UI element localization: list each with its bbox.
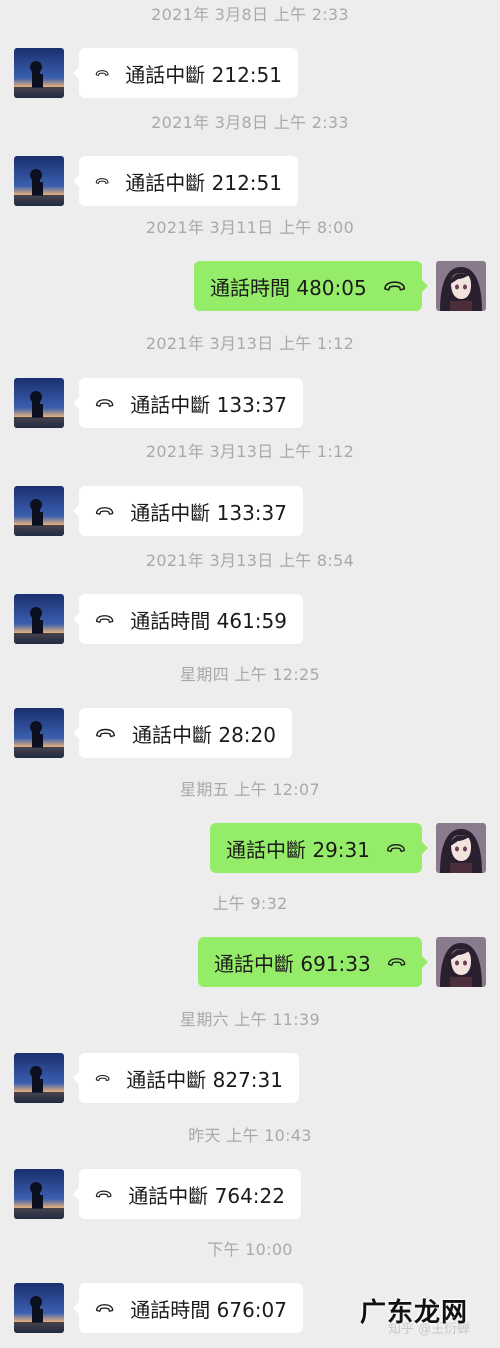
phone-hangup-icon xyxy=(387,958,406,966)
call-status-text: 通話中斷 212:51 xyxy=(125,170,282,195)
message-timestamp: 2021年 3月13日 上午 1:12 xyxy=(145,442,355,461)
phone-hangup-icon xyxy=(95,399,114,407)
self-avatar[interactable] xyxy=(436,261,486,311)
call-record-bubble[interactable]: 通話中斷 133:37 xyxy=(73,378,303,428)
call-record-bubble[interactable]: 通話時間 480:05 xyxy=(194,261,428,311)
call-record-bubble[interactable]: 通話中斷 133:37 xyxy=(73,486,303,536)
contact-avatar[interactable] xyxy=(14,1283,64,1333)
contact-avatar[interactable] xyxy=(14,378,64,428)
call-record-bubble[interactable]: 通話中斷 212:51 xyxy=(73,156,298,206)
call-status-text: 通話中斷 212:51 xyxy=(125,62,282,87)
contact-avatar[interactable] xyxy=(14,1169,64,1219)
phone-hangup-icon xyxy=(383,281,405,291)
contact-avatar[interactable] xyxy=(14,156,64,206)
phone-hangup-icon xyxy=(95,1074,110,1082)
contact-avatar[interactable] xyxy=(14,1053,64,1103)
message-timestamp: 2021年 3月11日 上午 8:00 xyxy=(145,218,355,237)
message-timestamp: 2021年 3月13日 上午 8:54 xyxy=(145,551,355,570)
call-record-bubble[interactable]: 通話時間 461:59 xyxy=(73,594,303,644)
call-record-bubble[interactable]: 通話中斷 28:20 xyxy=(73,708,292,758)
call-record-bubble[interactable]: 通話中斷 827:31 xyxy=(73,1053,299,1103)
call-status-text: 通話中斷 827:31 xyxy=(126,1067,283,1092)
phone-hangup-icon xyxy=(95,178,109,184)
phone-hangup-icon xyxy=(387,844,405,852)
phone-hangup-icon xyxy=(95,1304,114,1312)
message-timestamp: 昨天 上午 10:43 xyxy=(188,1126,312,1145)
call-record-bubble[interactable]: 通話中斷 29:31 xyxy=(210,823,428,873)
chat-history[interactable]: 2021年 3月8日 上午 2:33 通話中斷 212:51 2021年 3月8… xyxy=(0,0,500,1348)
message-timestamp: 2021年 3月13日 上午 1:12 xyxy=(145,334,355,353)
call-status-text: 通話中斷 764:22 xyxy=(128,1183,285,1208)
self-avatar[interactable] xyxy=(436,823,486,873)
call-status-text: 通話中斷 691:33 xyxy=(214,951,371,976)
message-timestamp: 星期五 上午 12:07 xyxy=(180,780,320,799)
call-status-text: 通話時間 480:05 xyxy=(210,275,367,300)
message-timestamp: 2021年 3月8日 上午 2:33 xyxy=(151,113,349,132)
contact-avatar[interactable] xyxy=(14,486,64,536)
message-timestamp: 2021年 3月8日 上午 2:33 xyxy=(151,5,349,24)
phone-hangup-icon xyxy=(96,728,115,738)
call-status-text: 通話中斷 28:20 xyxy=(132,722,276,747)
phone-hangup-icon xyxy=(95,1190,112,1198)
watermark-main-text: 广东龙网 xyxy=(360,1298,469,1328)
phone-hangup-icon xyxy=(95,507,114,515)
site-watermark: 知乎 @王衍蝉 广东龙网 xyxy=(360,1292,488,1340)
call-record-bubble[interactable]: 通話中斷 212:51 xyxy=(73,48,298,98)
call-record-bubble[interactable]: 通話時間 676:07 xyxy=(73,1283,303,1333)
call-status-text: 通話中斷 133:37 xyxy=(130,392,287,417)
message-timestamp: 上午 9:32 xyxy=(212,894,288,913)
call-status-text: 通話時間 461:59 xyxy=(130,608,287,633)
self-avatar[interactable] xyxy=(436,937,486,987)
call-status-text: 通話中斷 133:37 xyxy=(130,500,287,525)
contact-avatar[interactable] xyxy=(14,708,64,758)
phone-hangup-icon xyxy=(95,70,109,76)
call-record-bubble[interactable]: 通話中斷 764:22 xyxy=(73,1169,301,1219)
contact-avatar[interactable] xyxy=(14,594,64,644)
message-timestamp: 星期四 上午 12:25 xyxy=(180,665,320,684)
call-status-text: 通話中斷 29:31 xyxy=(226,837,370,862)
phone-hangup-icon xyxy=(95,615,114,623)
message-timestamp: 星期六 上午 11:39 xyxy=(180,1010,320,1029)
call-status-text: 通話時間 676:07 xyxy=(130,1297,287,1322)
contact-avatar[interactable] xyxy=(14,48,64,98)
call-record-bubble[interactable]: 通話中斷 691:33 xyxy=(198,937,428,987)
message-timestamp: 下午 10:00 xyxy=(207,1240,293,1259)
